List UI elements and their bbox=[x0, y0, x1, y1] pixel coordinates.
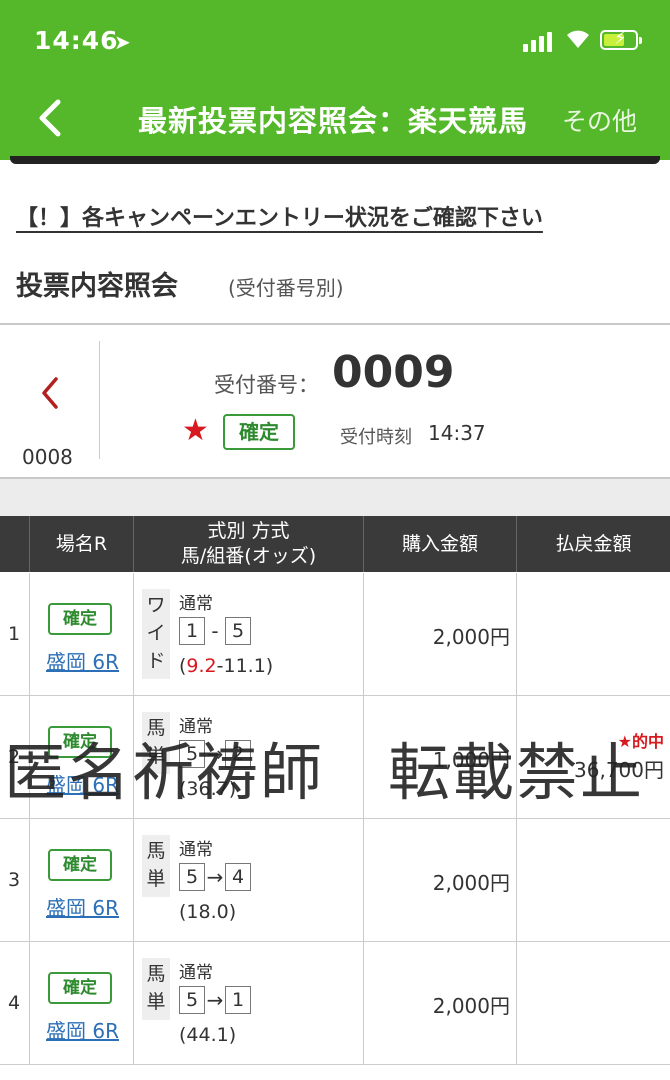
receipt-number: 0009 bbox=[332, 347, 455, 398]
horse-number: 5 bbox=[179, 863, 205, 891]
win-label: ★的中 bbox=[617, 732, 664, 751]
status-badge: 確定 bbox=[48, 849, 112, 881]
app-header: 14:46 ➤ ⚡ 最新投票内容照会：楽天競馬 その他 bbox=[0, 0, 670, 160]
row-index: 4 bbox=[8, 992, 21, 1014]
back-icon[interactable] bbox=[30, 96, 70, 140]
table-row: 3 確定 盛岡 6R 馬単 通常 5 → 4 (18.0) 2,000円 bbox=[0, 819, 670, 942]
odds-open: (18.0) bbox=[179, 901, 237, 923]
combination: 5 → 2 bbox=[179, 740, 251, 768]
table-row: 2 確定 盛岡 6R 馬単 通常 5 → 2 (36.7) 1,000円 ★的中… bbox=[0, 696, 670, 819]
bet-method: 通常 bbox=[179, 963, 213, 983]
bet-type: 馬単 bbox=[142, 835, 170, 897]
status-time: 14:46 bbox=[34, 26, 119, 55]
table-row: 1 確定 盛岡 6R ワイド 通常 1 - 5 (9.2-11.1) 2,000… bbox=[0, 573, 670, 696]
odds: (44.1) bbox=[179, 1024, 236, 1046]
section-subtitle: (受付番号別) bbox=[228, 276, 344, 300]
spacer bbox=[0, 479, 670, 516]
row-index: 3 bbox=[8, 869, 21, 891]
header-place: 場名R bbox=[29, 516, 133, 572]
other-menu-button[interactable]: その他 bbox=[562, 102, 637, 138]
odds-open: (44.1) bbox=[179, 1024, 237, 1046]
receipt-number-label: 受付番号： bbox=[214, 373, 319, 397]
row-index: 1 bbox=[8, 623, 21, 645]
header-bet-line2: 馬/組番(オッズ) bbox=[180, 545, 317, 567]
header-pay: 払戻金額 bbox=[516, 516, 670, 572]
payout-amount: 36,700円 bbox=[574, 758, 664, 782]
horse-number: 5 bbox=[225, 617, 251, 645]
purchase-amount: 2,000円 bbox=[432, 871, 510, 895]
status-bar: 14:46 ➤ ⚡ bbox=[0, 22, 670, 62]
header-bet-line1: 式別 方式 bbox=[207, 520, 290, 542]
odds: (9.2-11.1) bbox=[179, 655, 273, 677]
race-link[interactable]: 盛岡 6R bbox=[46, 646, 119, 675]
status-badge: 確定 bbox=[48, 972, 112, 1004]
table-header: 場名R 式別 方式 馬/組番(オッズ) 購入金額 払戻金額 bbox=[0, 516, 670, 572]
header-index bbox=[0, 516, 29, 572]
odds-open: (36.7) bbox=[179, 778, 237, 800]
bet-type: ワイド bbox=[142, 589, 170, 679]
combo-separator: - bbox=[211, 619, 219, 643]
horse-number: 1 bbox=[225, 986, 251, 1014]
receipt-panel: 0008 受付番号： 0009 ★ 確定 受付時刻 14:37 bbox=[0, 325, 670, 477]
location-icon: ➤ bbox=[114, 30, 131, 54]
previous-receipt-number: 0008 bbox=[22, 445, 73, 469]
header-bet: 式別 方式 馬/組番(オッズ) bbox=[133, 516, 363, 572]
bet-method: 通常 bbox=[179, 717, 213, 737]
horse-number: 5 bbox=[179, 986, 205, 1014]
odds-highlight: 9.2 bbox=[186, 655, 217, 677]
bet-type: 馬単 bbox=[142, 712, 170, 774]
previous-receipt-button[interactable]: 0008 bbox=[0, 341, 100, 469]
menu-bar-edge bbox=[10, 156, 660, 164]
star-icon: ★ bbox=[182, 413, 209, 448]
receipt-time: 14:37 bbox=[428, 421, 486, 445]
horse-number: 5 bbox=[179, 740, 205, 768]
battery-icon: ⚡ bbox=[600, 28, 642, 50]
purchase-amount: 2,000円 bbox=[432, 994, 510, 1018]
bet-method: 通常 bbox=[179, 840, 213, 860]
combo-separator: → bbox=[206, 742, 224, 766]
combination: 5 → 4 bbox=[179, 863, 251, 891]
wifi-icon bbox=[563, 26, 593, 55]
combination: 1 - 5 bbox=[179, 617, 251, 645]
status-badge: 確定 bbox=[223, 414, 295, 450]
chevron-left-icon bbox=[38, 375, 62, 415]
header-buy: 購入金額 bbox=[363, 516, 516, 572]
receipt-time-label: 受付時刻 bbox=[340, 427, 412, 448]
horse-number: 1 bbox=[179, 617, 205, 645]
combo-separator: → bbox=[206, 988, 224, 1012]
purchase-amount: 1,000円 bbox=[432, 748, 510, 772]
table-row: 4 確定 盛岡 6R 馬単 通常 5 → 1 (44.1) 2,000円 bbox=[0, 942, 670, 1065]
horse-number: 4 bbox=[225, 863, 251, 891]
combination: 5 → 1 bbox=[179, 986, 251, 1014]
status-badge: 確定 bbox=[48, 726, 112, 758]
race-link[interactable]: 盛岡 6R bbox=[46, 892, 119, 921]
odds: (36.7) bbox=[179, 778, 236, 800]
section-title: 投票内容照会 bbox=[16, 271, 178, 302]
bet-method: 通常 bbox=[179, 594, 213, 614]
odds: (18.0) bbox=[179, 901, 236, 923]
page-title: 最新投票内容照会：楽天競馬 bbox=[138, 104, 529, 138]
status-badge: 確定 bbox=[48, 603, 112, 635]
bet-type: 馬単 bbox=[142, 958, 170, 1020]
race-link[interactable]: 盛岡 6R bbox=[46, 769, 119, 798]
horse-number: 2 bbox=[225, 740, 251, 768]
race-link[interactable]: 盛岡 6R bbox=[46, 1015, 119, 1044]
odds-rest: -11.1) bbox=[216, 655, 274, 677]
row-index: 2 bbox=[8, 746, 21, 768]
signal-icon bbox=[523, 30, 555, 52]
combo-separator: → bbox=[206, 865, 224, 889]
campaign-notice-link[interactable]: 【！】各キャンペーンエントリー状況をご確認下さい bbox=[16, 200, 543, 232]
purchase-amount: 2,000円 bbox=[432, 625, 510, 649]
